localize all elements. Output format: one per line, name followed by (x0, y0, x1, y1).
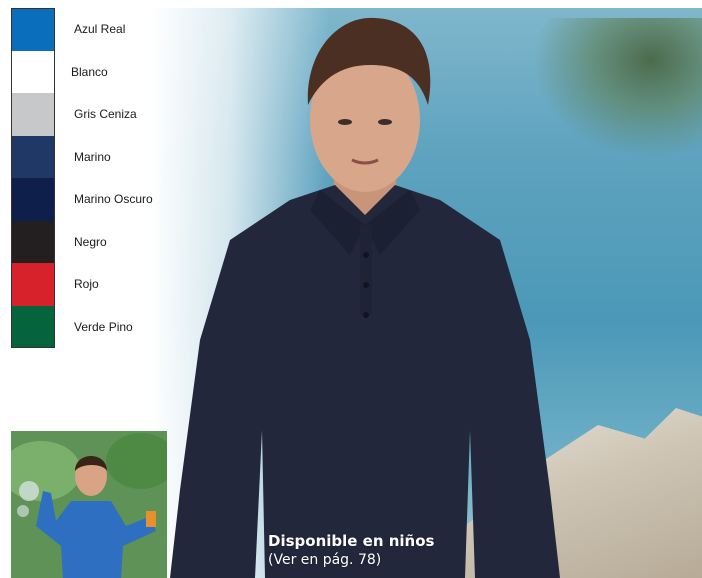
kids-availability-caption: Disponible en niños (Ver en pág. 78) (268, 532, 434, 568)
swatch-row-marino-oscuro: Marino Oscuro (11, 178, 211, 221)
swatch-label: Azul Real (74, 22, 126, 36)
swatch-label: Verde Pino (74, 319, 133, 334)
swatch-row-rojo: Rojo (11, 263, 211, 306)
swatch-blanco (11, 50, 55, 93)
swatch-row-negro: Negro (11, 220, 211, 263)
swatch-row-verde-pino: Verde Pino (11, 305, 211, 348)
swatch-label: Marino Oscuro (74, 192, 153, 206)
swatch-azul-real (11, 8, 55, 51)
swatch-row-azul-real: Azul Real (11, 8, 211, 51)
model-photo (170, 10, 560, 578)
caption-title: Disponible en niños (268, 532, 435, 550)
swatch-row-marino: Marino (11, 135, 211, 178)
swatch-marino-oscuro (11, 178, 55, 221)
swatch-negro (11, 220, 55, 263)
kids-thumbnail-photo (11, 431, 167, 578)
swatch-label: Blanco (71, 64, 108, 79)
swatch-gris-ceniza (11, 93, 55, 136)
swatch-verde-pino (11, 305, 55, 348)
swatch-row-gris-ceniza: Gris Ceniza (11, 93, 211, 136)
swatch-label: Rojo (74, 277, 99, 291)
caption-page-reference: (Ver en pág. 78) (268, 552, 382, 568)
swatch-label: Negro (74, 234, 107, 249)
swatch-label: Gris Ceniza (74, 107, 137, 121)
swatch-row-blanco: Blanco (11, 50, 211, 93)
swatch-marino (11, 135, 55, 178)
swatch-rojo (11, 263, 55, 306)
color-swatch-list: Azul Real Blanco Gris Ceniza Marino Mari… (11, 8, 211, 348)
swatch-label: Marino (74, 149, 111, 164)
